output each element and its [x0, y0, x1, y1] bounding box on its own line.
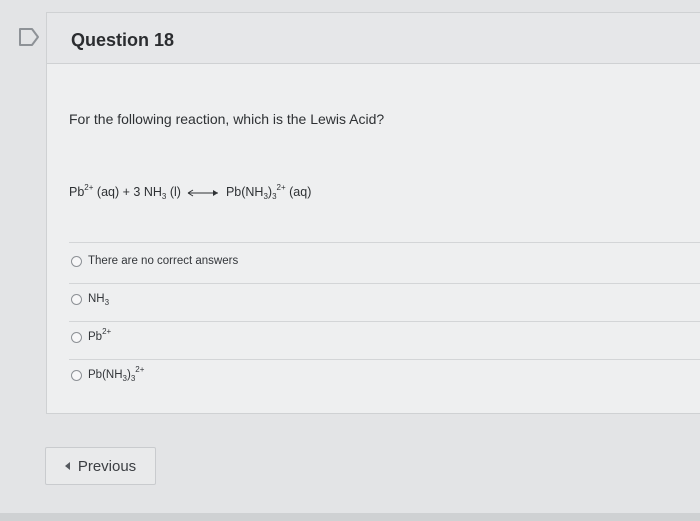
- reactant-pb: Pb: [69, 185, 85, 199]
- triangle-left-icon: [64, 462, 70, 470]
- option-label: NH3: [88, 293, 110, 307]
- bottom-edge: [0, 513, 700, 521]
- product-charge: 2+: [276, 183, 286, 192]
- option-divider: [69, 359, 700, 360]
- option-label: Pb2+: [88, 327, 112, 344]
- flag-icon[interactable]: [18, 27, 40, 47]
- radio-button[interactable]: [71, 255, 82, 267]
- previous-button[interactable]: Previous: [45, 447, 156, 485]
- option-nh3[interactable]: NH3: [71, 293, 110, 307]
- option-label: There are no correct answers: [88, 255, 239, 267]
- question-header: Question 18: [47, 13, 700, 64]
- reactant-nh3-subscript: 3: [161, 192, 167, 201]
- radio-button[interactable]: [71, 293, 82, 305]
- product-state: (aq): [289, 185, 312, 199]
- radio-button[interactable]: [71, 331, 82, 343]
- product-open: Pb(NH: [225, 185, 264, 199]
- reactant-nh3: NH: [143, 185, 162, 199]
- option-no-correct-answers[interactable]: There are no correct answers: [71, 255, 238, 267]
- reactant-pb-state: (aq): [96, 185, 120, 199]
- product-outer-subscript: 3: [272, 192, 277, 201]
- nh3-coefficient: 3: [133, 185, 141, 199]
- plus-sign: +: [122, 185, 130, 199]
- option-divider: [69, 321, 700, 322]
- question-title: Question 18: [71, 30, 175, 50]
- option-label: Pb(NH3)32+: [88, 365, 145, 383]
- reaction-equation: Pb2+ (aq) + 3 NH3 (l) Pb(NH3)32+ (aq): [69, 183, 312, 201]
- radio-button[interactable]: [71, 369, 82, 381]
- equilibrium-arrow-icon: [188, 189, 219, 197]
- option-divider: [69, 283, 700, 284]
- previous-label: Previous: [77, 457, 137, 475]
- option-pb-nh3-3-complex[interactable]: Pb(NH3)32+: [71, 365, 145, 383]
- reactant-nh3-state: (l): [169, 185, 181, 199]
- option-divider: [69, 242, 700, 243]
- option-pb2plus[interactable]: Pb2+: [71, 327, 112, 344]
- question-prompt: For the following reaction, which is the…: [69, 111, 385, 127]
- question-panel: Question 18 For the following reaction, …: [46, 12, 700, 414]
- reactant-pb-charge: 2+: [84, 183, 94, 192]
